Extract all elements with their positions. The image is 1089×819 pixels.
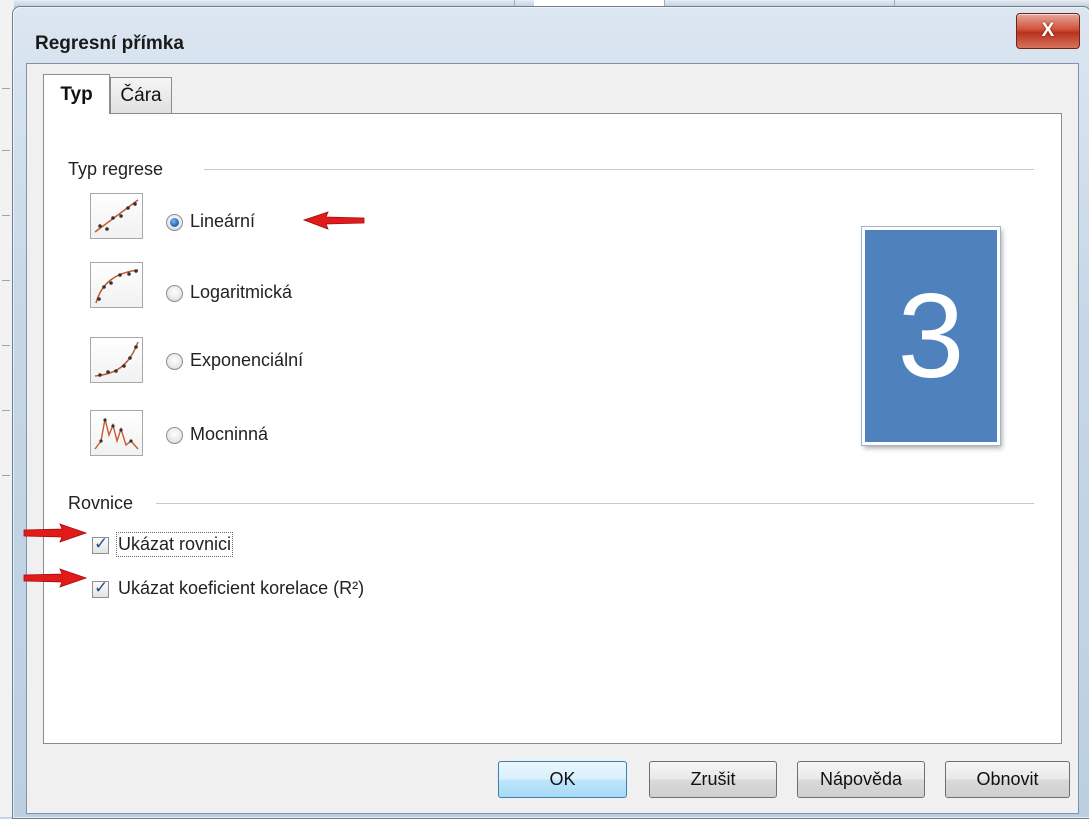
annotation-arrow-icon xyxy=(23,523,88,543)
annotation-arrow-icon xyxy=(23,568,88,588)
dialog-client-area: Typ Čára Typ regrese Lineární Logaritmic… xyxy=(26,63,1079,814)
close-icon: X xyxy=(1041,20,1055,41)
linear-label[interactable]: Lineární xyxy=(190,211,255,232)
exponential-regression-icon xyxy=(90,337,143,383)
linear-radio[interactable] xyxy=(166,214,183,231)
regression-type-heading: Typ regrese xyxy=(68,159,172,180)
section-divider xyxy=(204,169,1034,170)
show-equation-checkbox[interactable] xyxy=(92,534,109,554)
logarithmic-radio[interactable] xyxy=(166,285,183,302)
help-button[interactable]: Nápověda xyxy=(797,761,925,798)
close-button[interactable]: X xyxy=(1016,13,1080,49)
equation-heading: Rovnice xyxy=(68,493,142,514)
linear-regression-icon xyxy=(90,193,143,239)
dialog-title: Regresní přímka xyxy=(35,33,184,54)
power-label[interactable]: Mocninná xyxy=(190,424,268,445)
tab-panel-typ: Typ regrese Lineární Logaritmická Expone… xyxy=(43,113,1062,744)
reset-button[interactable]: Obnovit xyxy=(945,761,1070,798)
cancel-button-label: Zrušit xyxy=(690,769,736,789)
reset-button-label: Obnovit xyxy=(976,769,1039,789)
tab-typ-label: Typ xyxy=(60,83,93,105)
exponential-label[interactable]: Exponenciální xyxy=(190,350,303,371)
tab-typ[interactable]: Typ xyxy=(43,74,110,114)
cancel-button[interactable]: Zrušit xyxy=(649,761,777,798)
show-r2-label[interactable]: Ukázat koeficient korelace (R²) xyxy=(118,578,364,599)
show-r2-checkbox[interactable] xyxy=(92,578,109,598)
show-equation-label[interactable]: Ukázat rovnici xyxy=(115,532,234,557)
step-number-badge: 3 xyxy=(862,227,1000,445)
exponential-radio[interactable] xyxy=(166,353,183,370)
tab-cara-label: Čára xyxy=(120,84,162,106)
ok-button[interactable]: OK xyxy=(498,761,627,798)
section-divider xyxy=(156,503,1034,504)
help-button-label: Nápověda xyxy=(819,769,903,789)
logarithmic-label[interactable]: Logaritmická xyxy=(190,282,292,303)
tab-cara[interactable]: Čára xyxy=(110,77,172,113)
logarithmic-regression-icon xyxy=(90,262,143,308)
annotation-arrow-icon xyxy=(302,211,365,230)
ok-button-label: OK xyxy=(549,769,576,789)
regression-dialog: Regresní přímka X Typ Čára Typ regrese L… xyxy=(12,6,1089,819)
power-regression-icon xyxy=(90,410,143,456)
power-radio[interactable] xyxy=(166,427,183,444)
